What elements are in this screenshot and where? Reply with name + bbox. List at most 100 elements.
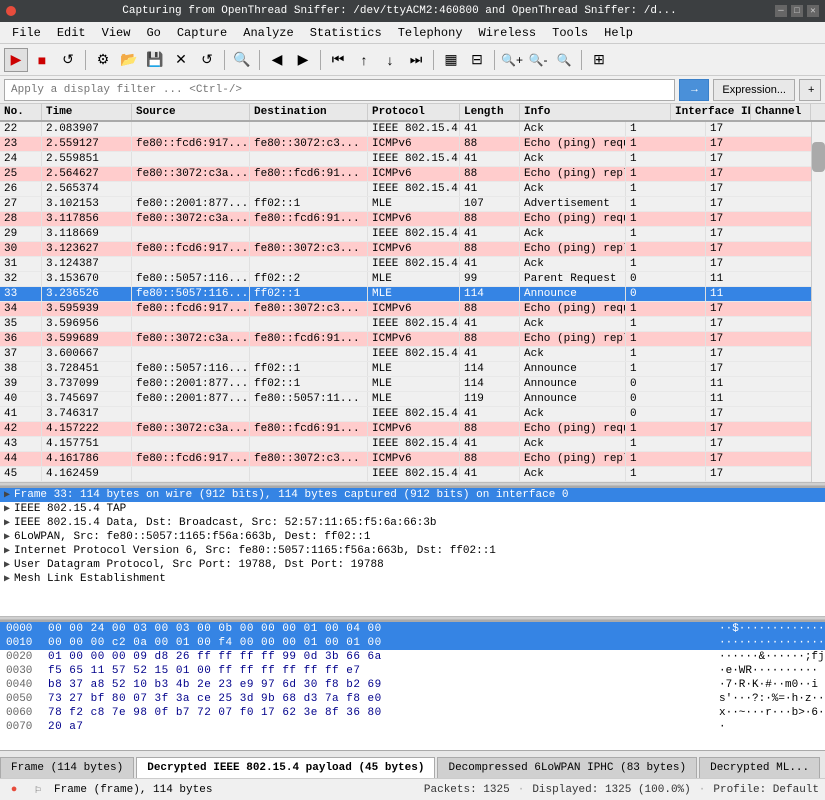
stop-capture-button[interactable]: ■	[30, 48, 54, 72]
table-row[interactable]: 403.745697fe80::2001:877...fe80::5057:11…	[0, 392, 811, 407]
bottom-tab-0[interactable]: Frame (114 bytes)	[0, 757, 134, 778]
hex-bytes: b8 37 a8 52 10 b3 4b 2e 23 e9 97 6d 30 f…	[48, 679, 719, 691]
table-cell: 17	[706, 182, 811, 196]
hex-row[interactable]: 0030f5 65 11 57 52 15 01 00 ff ff ff ff …	[0, 664, 825, 678]
table-cell: 35	[0, 317, 42, 331]
go-prev-button[interactable]: ↑	[352, 48, 376, 72]
table-row[interactable]: 373.600667IEEE 802.15.441Ack117	[0, 347, 811, 362]
detail-item[interactable]: ▶Internet Protocol Version 6, Src: fe80:…	[0, 544, 825, 558]
menu-item-statistics[interactable]: Statistics	[302, 24, 390, 42]
go-back-button[interactable]: ◀	[265, 48, 289, 72]
table-row[interactable]: 313.124387IEEE 802.15.441Ack117	[0, 257, 811, 272]
table-cell: Ack	[520, 437, 626, 451]
table-row[interactable]: 252.564627fe80::3072:c3a...fe80::fcd6:91…	[0, 167, 811, 182]
table-row[interactable]: 383.728451fe80::5057:116...ff02::1MLE114…	[0, 362, 811, 377]
capture-options-button[interactable]: ⚙	[91, 48, 115, 72]
col-header-destination[interactable]: Destination	[250, 104, 368, 120]
col-header-time[interactable]: Time	[42, 104, 132, 120]
menu-item-view[interactable]: View	[94, 24, 139, 42]
menu-item-edit[interactable]: Edit	[49, 24, 94, 42]
col-header-ifid[interactable]: Interface ID	[671, 104, 751, 120]
apply-filter-button[interactable]: →	[679, 79, 709, 101]
go-first-button[interactable]: ⏮	[326, 48, 350, 72]
table-row[interactable]: 434.157751IEEE 802.15.441Ack117	[0, 437, 811, 452]
col-header-protocol[interactable]: Protocol	[368, 104, 460, 120]
expression-button[interactable]: Expression...	[713, 79, 795, 101]
col-header-no[interactable]: No.	[0, 104, 42, 120]
bottom-tab-2[interactable]: Decompressed 6LoWPAN IPHC (83 bytes)	[437, 757, 697, 778]
hex-row[interactable]: 0040b8 37 a8 52 10 b3 4b 2e 23 e9 97 6d …	[0, 678, 825, 692]
table-row[interactable]: 353.596956IEEE 802.15.441Ack117	[0, 317, 811, 332]
table-cell: 41	[460, 152, 520, 166]
menu-item-help[interactable]: Help	[596, 24, 641, 42]
minimize-button[interactable]: ─	[775, 5, 787, 17]
auto-scroll-button[interactable]: ⊟	[465, 48, 489, 72]
table-row[interactable]: 343.595939fe80::fcd6:917...fe80::3072:c3…	[0, 302, 811, 317]
go-forward-button[interactable]: ▶	[291, 48, 315, 72]
packet-list-scrollbar[interactable]	[811, 122, 825, 482]
table-cell: 107	[460, 197, 520, 211]
table-row[interactable]: 393.737099fe80::2001:877...ff02::1MLE114…	[0, 377, 811, 392]
table-row[interactable]: 333.236526fe80::5057:116...ff02::1MLE114…	[0, 287, 811, 302]
detail-item[interactable]: ▶IEEE 802.15.4 Data, Dst: Broadcast, Src…	[0, 516, 825, 530]
detail-item[interactable]: ▶Frame 33: 114 bytes on wire (912 bits),…	[0, 488, 825, 502]
table-row[interactable]: 363.599689fe80::3072:c3a...fe80::fcd6:91…	[0, 332, 811, 347]
zoom-out-button[interactable]: 🔍-	[526, 48, 550, 72]
detail-item[interactable]: ▶Mesh Link Establishment	[0, 572, 825, 586]
hex-row[interactable]: 000000 00 24 00 03 00 03 00 0b 00 00 00 …	[0, 622, 825, 636]
colorize-button[interactable]: ▦	[439, 48, 463, 72]
menu-item-go[interactable]: Go	[138, 24, 168, 42]
table-row[interactable]: 283.117856fe80::3072:c3a...fe80::fcd6:91…	[0, 212, 811, 227]
col-header-channel[interactable]: Channel	[751, 104, 811, 120]
table-cell: fe80::fcd6:91...	[250, 167, 368, 181]
table-row[interactable]: 293.118669IEEE 802.15.441Ack117	[0, 227, 811, 242]
detail-item[interactable]: ▶6LoWPAN, Src: fe80::5057:1165:f56a:663b…	[0, 530, 825, 544]
display-filter-input[interactable]	[4, 79, 675, 101]
table-cell: 1	[626, 422, 706, 436]
detail-item[interactable]: ▶IEEE 802.15.4 TAP	[0, 502, 825, 516]
maximize-button[interactable]: □	[791, 5, 803, 17]
bottom-tab-3[interactable]: Decrypted ML...	[699, 757, 820, 778]
col-header-source[interactable]: Source	[132, 104, 250, 120]
col-header-info[interactable]: Info	[520, 104, 671, 120]
menu-item-analyze[interactable]: Analyze	[235, 24, 301, 42]
table-row[interactable]: 273.102153fe80::2001:877...ff02::1MLE107…	[0, 197, 811, 212]
restart-capture-button[interactable]: ↺	[56, 48, 80, 72]
table-row[interactable]: 454.162459IEEE 802.15.441Ack117	[0, 467, 811, 482]
zoom-reset-button[interactable]: 🔍	[552, 48, 576, 72]
table-row[interactable]: 323.153670fe80::5057:116...ff02::2MLE99P…	[0, 272, 811, 287]
table-row[interactable]: 424.157222fe80::3072:c3a...fe80::fcd6:91…	[0, 422, 811, 437]
hex-row[interactable]: 006078 f2 c8 7e 98 0f b7 72 07 f0 17 62 …	[0, 706, 825, 720]
menu-item-file[interactable]: File	[4, 24, 49, 42]
menu-item-capture[interactable]: Capture	[169, 24, 235, 42]
table-row[interactable]: 222.083907IEEE 802.15.441Ack117	[0, 122, 811, 137]
menu-item-telephony[interactable]: Telephony	[390, 24, 471, 42]
table-row[interactable]: 242.559851IEEE 802.15.441Ack117	[0, 152, 811, 167]
go-next-button[interactable]: ↓	[378, 48, 402, 72]
menu-item-wireless[interactable]: Wireless	[471, 24, 545, 42]
zoom-in-button[interactable]: 🔍+	[500, 48, 524, 72]
find-packet-button[interactable]: 🔍	[230, 48, 254, 72]
hex-row[interactable]: 007020 a7 ·	[0, 720, 825, 734]
add-filter-button[interactable]: +	[799, 79, 821, 101]
detail-item[interactable]: ▶User Datagram Protocol, Src Port: 19788…	[0, 558, 825, 572]
bottom-tab-1[interactable]: Decrypted IEEE 802.15.4 payload (45 byte…	[136, 757, 435, 778]
hex-row[interactable]: 001000 00 00 c2 0a 00 01 00 f4 00 00 00 …	[0, 636, 825, 650]
menu-item-tools[interactable]: Tools	[544, 24, 596, 42]
table-row[interactable]: 444.161786fe80::fcd6:917...fe80::3072:c3…	[0, 452, 811, 467]
table-row[interactable]: 262.565374IEEE 802.15.441Ack117	[0, 182, 811, 197]
col-header-length[interactable]: Length	[460, 104, 520, 120]
hex-row[interactable]: 005073 27 bf 80 07 3f 3a ce 25 3d 9b 68 …	[0, 692, 825, 706]
go-last-button[interactable]: ⏭	[404, 48, 428, 72]
resize-columns-button[interactable]: ⊞	[587, 48, 611, 72]
close-file-button[interactable]: ✕	[169, 48, 193, 72]
save-file-button[interactable]: 💾	[143, 48, 167, 72]
reload-file-button[interactable]: ↺	[195, 48, 219, 72]
close-button[interactable]: ✕	[807, 5, 819, 17]
open-file-button[interactable]: 📂	[117, 48, 141, 72]
table-row[interactable]: 303.123627fe80::fcd6:917...fe80::3072:c3…	[0, 242, 811, 257]
hex-row[interactable]: 002001 00 00 00 09 d8 26 ff ff ff ff 99 …	[0, 650, 825, 664]
table-row[interactable]: 232.559127fe80::fcd6:917...fe80::3072:c3…	[0, 137, 811, 152]
start-capture-button[interactable]: ▶	[4, 48, 28, 72]
table-row[interactable]: 413.746317IEEE 802.15.441Ack017	[0, 407, 811, 422]
